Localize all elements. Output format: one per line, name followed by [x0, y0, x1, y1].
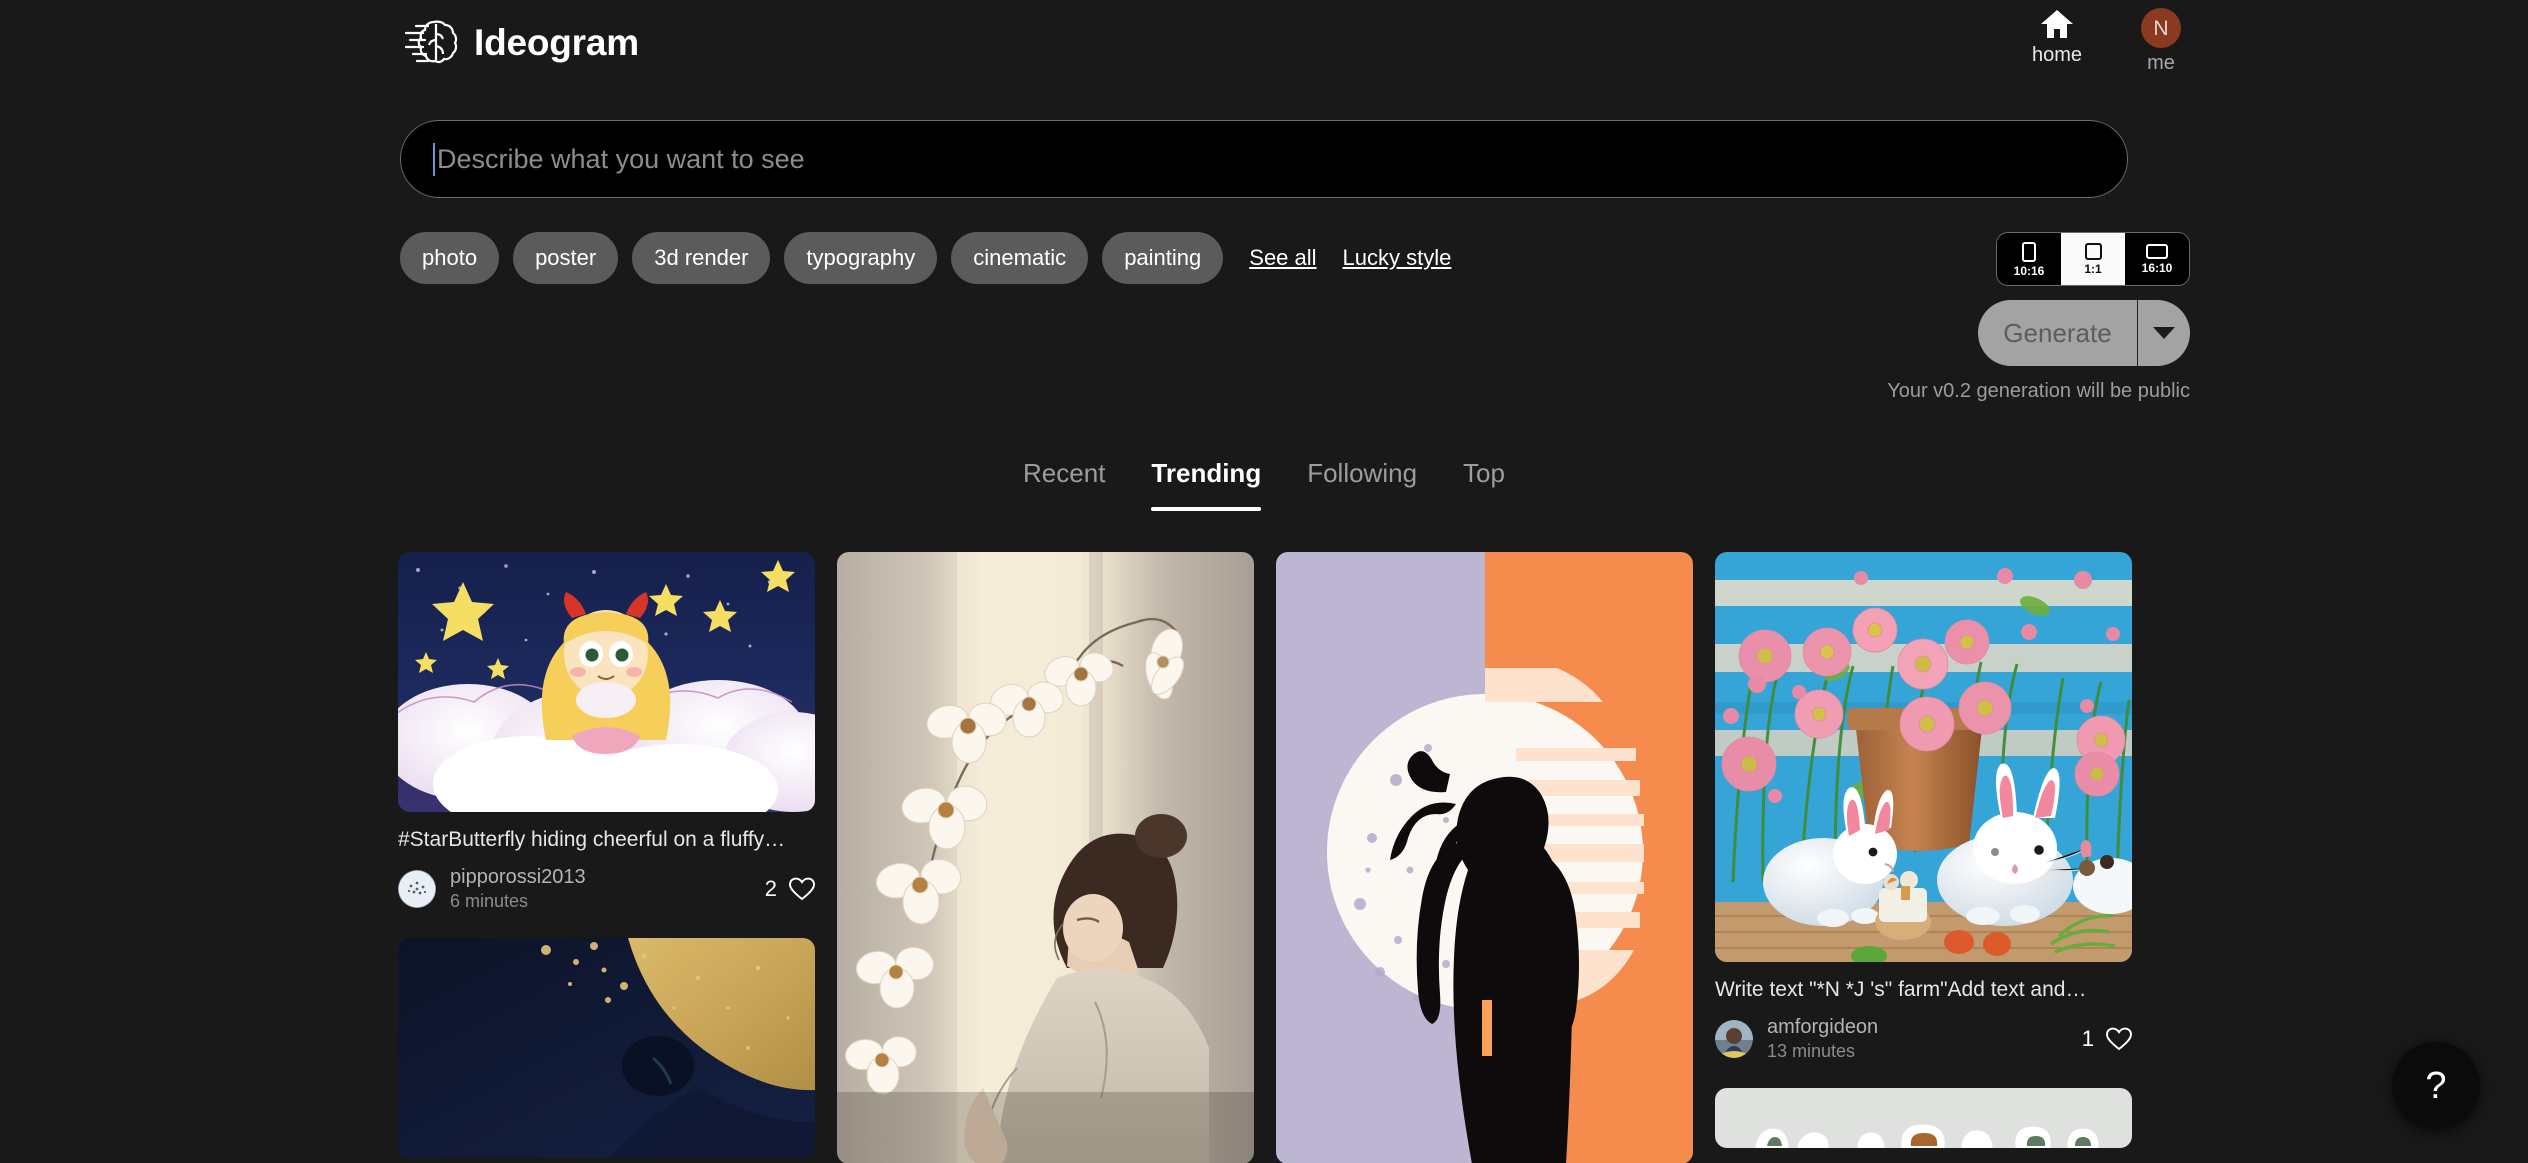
- author-username[interactable]: pipporossi2013: [450, 866, 586, 889]
- feed-card-meta: amforgideon 13 minutes 1: [1715, 1016, 2132, 1062]
- aspect-ratio-16-10-label: 16:10: [2142, 262, 2173, 274]
- nav-item-me-label: me: [2147, 53, 2175, 73]
- prompt-placeholder: Describe what you want to see: [437, 146, 805, 173]
- aspect-ratio-10-16-label: 10:16: [2014, 265, 2045, 277]
- feed-column-4: Write text "*N *J 's" farm"Add text and……: [1715, 552, 2132, 1163]
- portrait-shape-icon: [2022, 242, 2036, 262]
- heart-icon[interactable]: [2106, 1027, 2132, 1051]
- avatar: N: [2141, 8, 2181, 48]
- feed-image-star-butterfly[interactable]: [398, 552, 815, 812]
- like-control[interactable]: 1: [2082, 1027, 2132, 1051]
- style-chip-poster[interactable]: poster: [513, 232, 618, 284]
- style-chip-cinematic[interactable]: cinematic: [951, 232, 1088, 284]
- brain-speed-icon: [404, 16, 458, 68]
- like-count: 1: [2082, 1028, 2094, 1050]
- feed-card-caption[interactable]: #StarButterfly hiding cheerful on a fluf…: [398, 828, 815, 852]
- aspect-ratio-16-10[interactable]: 16:10: [2125, 233, 2189, 285]
- tab-following[interactable]: Following: [1307, 458, 1417, 511]
- feed-image-sticker-sheet[interactable]: [1715, 1088, 2132, 1148]
- feed-column-2: [837, 552, 1254, 1163]
- feed-card-orchid-woman: [837, 552, 1254, 1163]
- feed-column-1: #StarButterfly hiding cheerful on a fluf…: [398, 552, 815, 1163]
- chevron-down-icon: [2153, 327, 2175, 339]
- prompt-area: Describe what you want to see: [400, 120, 2128, 198]
- home-icon: [2040, 8, 2074, 40]
- nav-item-home[interactable]: home: [2030, 8, 2084, 65]
- aspect-ratio-selector: 10:16 1:1 16:10: [1996, 232, 2190, 286]
- like-control[interactable]: 2: [765, 877, 815, 901]
- style-chips-row: photo poster 3d render typography cinema…: [400, 232, 1451, 284]
- aspect-ratio-10-16[interactable]: 10:16: [1997, 233, 2061, 285]
- generation-visibility-note: Your v0.2 generation will be public: [1887, 380, 2190, 403]
- header-nav: home N me: [2030, 8, 2188, 73]
- heart-icon[interactable]: [789, 877, 815, 901]
- feed-card-navy-gold: [398, 938, 815, 1158]
- image-feed-grid: #StarButterfly hiding cheerful on a fluf…: [398, 552, 2130, 1163]
- feed-image-orchid-woman[interactable]: [837, 552, 1254, 1163]
- post-timestamp: 6 minutes: [450, 891, 586, 912]
- feed-card-stickers: [1715, 1088, 2132, 1148]
- feed-card-star-butterfly: #StarButterfly hiding cheerful on a fluf…: [398, 552, 815, 912]
- feed-card-silhouette: [1276, 552, 1693, 1163]
- feed-image-navy-gold[interactable]: [398, 938, 815, 1158]
- author-avatar[interactable]: [1715, 1020, 1753, 1058]
- feed-card-rabbits: Write text "*N *J 's" farm"Add text and……: [1715, 552, 2132, 1062]
- see-all-link[interactable]: See all: [1249, 245, 1316, 271]
- brand-logo-link[interactable]: Ideogram: [404, 16, 639, 68]
- app-header: Ideogram home N me: [0, 0, 2528, 98]
- landscape-shape-icon: [2146, 244, 2168, 259]
- ideogram-app: Ideogram home N me Describe what you wan…: [0, 0, 2528, 1163]
- author-avatar[interactable]: [398, 870, 436, 908]
- square-shape-icon: [2085, 243, 2102, 260]
- style-chip-typography[interactable]: typography: [784, 232, 937, 284]
- help-button[interactable]: ?: [2392, 1042, 2480, 1130]
- style-chip-3d-render[interactable]: 3d render: [632, 232, 770, 284]
- post-timestamp: 13 minutes: [1767, 1041, 1878, 1062]
- feed-image-sunset-silhouette[interactable]: [1276, 552, 1693, 1163]
- lucky-style-link[interactable]: Lucky style: [1343, 245, 1452, 271]
- aspect-ratio-1-1[interactable]: 1:1: [2061, 233, 2125, 285]
- feed-card-meta: pipporossi2013 6 minutes 2: [398, 866, 815, 912]
- text-caret: [433, 143, 435, 176]
- aspect-ratio-1-1-label: 1:1: [2084, 263, 2101, 275]
- tab-recent[interactable]: Recent: [1023, 458, 1105, 511]
- feed-column-3: [1276, 552, 1693, 1163]
- style-chip-photo[interactable]: photo: [400, 232, 499, 284]
- nav-item-home-label: home: [2032, 45, 2082, 65]
- nav-item-me[interactable]: N me: [2134, 8, 2188, 73]
- feed-card-caption[interactable]: Write text "*N *J 's" farm"Add text and…: [1715, 978, 2132, 1002]
- generate-button-group[interactable]: Generate: [1978, 300, 2190, 366]
- prompt-input[interactable]: Describe what you want to see: [400, 120, 2128, 198]
- feed-tabs: Recent Trending Following Top: [0, 458, 2528, 511]
- generate-button[interactable]: Generate: [1978, 300, 2138, 366]
- style-chip-painting[interactable]: painting: [1102, 232, 1223, 284]
- author-username[interactable]: amforgideon: [1767, 1016, 1878, 1039]
- tab-top[interactable]: Top: [1463, 458, 1505, 511]
- generate-options-button[interactable]: [2138, 300, 2190, 366]
- feed-image-rabbits-flowers[interactable]: [1715, 552, 2132, 962]
- brand-name: Ideogram: [474, 24, 639, 61]
- like-count: 2: [765, 878, 777, 900]
- tab-trending[interactable]: Trending: [1151, 458, 1261, 511]
